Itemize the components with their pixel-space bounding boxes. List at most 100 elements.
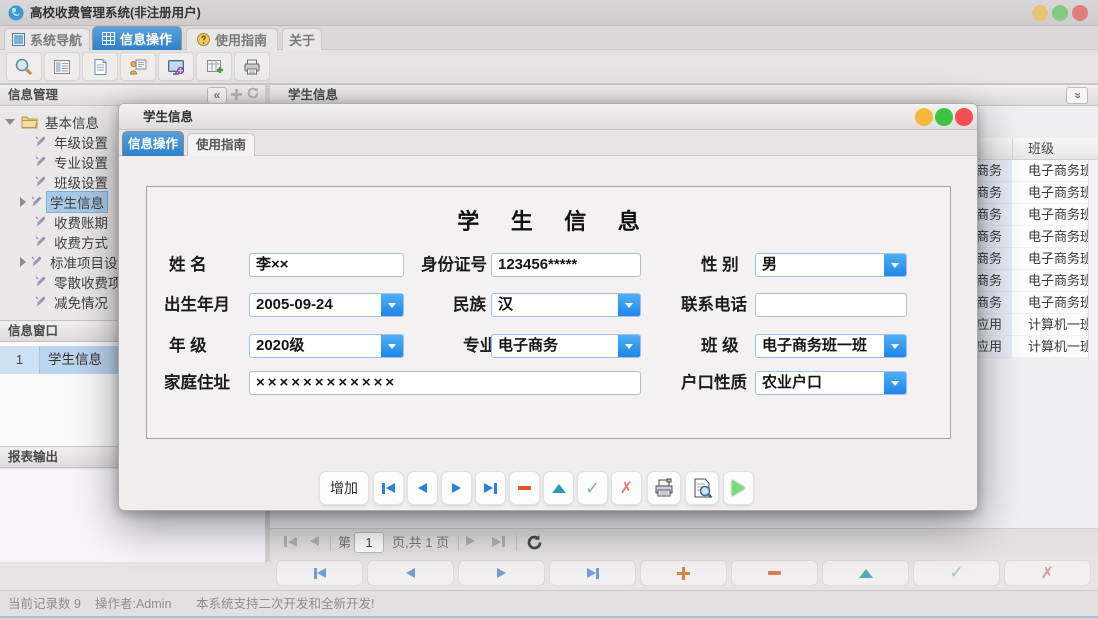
tree-item-standard-items[interactable]: 标准项目设 bbox=[20, 252, 121, 271]
residence-combo[interactable]: 农业户口 bbox=[755, 371, 907, 395]
tab-about[interactable]: 关于 bbox=[282, 28, 322, 50]
printer-button[interactable] bbox=[234, 52, 270, 81]
tab-user-guide[interactable]: 使用指南 bbox=[186, 28, 278, 50]
list-view-button[interactable] bbox=[44, 52, 80, 81]
grid-save-button[interactable]: ✓ bbox=[913, 560, 1000, 586]
tree-item-class-setting[interactable]: 班级设置 bbox=[34, 172, 111, 191]
tree-item-major-setting[interactable]: 专业设置 bbox=[34, 152, 111, 171]
wand-icon bbox=[34, 135, 47, 148]
print-preview-button[interactable] bbox=[685, 471, 719, 505]
dropdown-button[interactable] bbox=[381, 294, 403, 316]
close-button[interactable] bbox=[1072, 5, 1088, 21]
delete-record-button[interactable] bbox=[509, 471, 540, 505]
last-record-button[interactable] bbox=[475, 471, 506, 505]
maximize-button[interactable] bbox=[1052, 5, 1068, 21]
tab-info-operation[interactable]: 信息操作 bbox=[92, 26, 182, 50]
panel-title: 信息管理 bbox=[8, 85, 58, 106]
grid-next-button[interactable] bbox=[458, 560, 545, 586]
residence-label: 户口性质 bbox=[681, 371, 747, 395]
grid-scrollbar[interactable] bbox=[1088, 160, 1098, 360]
page-next-button[interactable] bbox=[466, 536, 475, 546]
expander-right-icon[interactable] bbox=[20, 197, 26, 207]
student-info-dialog: 学生信息 信息操作 使用指南 学 生 信 息 姓 名 李×× 身份证号 1234… bbox=[118, 103, 978, 511]
prev-record-button[interactable] bbox=[407, 471, 438, 505]
collapse-panel-button[interactable]: « bbox=[207, 87, 227, 104]
collapse-up-button[interactable]: « bbox=[1066, 87, 1088, 104]
refresh-button[interactable] bbox=[526, 534, 543, 556]
tree-item-student-info[interactable]: 学生信息 bbox=[20, 192, 107, 211]
chevron-down-icon bbox=[388, 303, 396, 308]
tree-item-fee-method[interactable]: 收费方式 bbox=[34, 232, 111, 251]
execute-button[interactable] bbox=[723, 471, 754, 505]
preview-icon bbox=[691, 477, 713, 499]
name-input[interactable]: 李×× bbox=[249, 253, 404, 277]
grid-prev-button[interactable] bbox=[367, 560, 454, 586]
double-chevron-up-icon: « bbox=[1067, 92, 1088, 99]
cancel-edit-button[interactable]: ✗ bbox=[611, 471, 642, 505]
page-first-button[interactable] bbox=[284, 536, 297, 547]
tree-item-grade-setting[interactable]: 年级设置 bbox=[34, 132, 111, 151]
monitor-view-button[interactable] bbox=[158, 52, 194, 81]
wand-icon bbox=[34, 295, 47, 308]
post-record-button[interactable]: ✓ bbox=[577, 471, 608, 505]
first-record-button[interactable] bbox=[373, 471, 404, 505]
dialog-minimize-button[interactable] bbox=[915, 108, 933, 126]
user-report-button[interactable] bbox=[120, 52, 156, 81]
tab-label: 关于 bbox=[289, 30, 315, 49]
dropdown-button[interactable] bbox=[884, 254, 906, 276]
dropdown-button[interactable] bbox=[618, 335, 640, 357]
birth-combo[interactable]: 2005-09-24 bbox=[249, 293, 404, 317]
chevron-down-icon bbox=[891, 263, 899, 268]
page-last-button[interactable] bbox=[492, 536, 505, 547]
grade-combo[interactable]: 2020级 bbox=[249, 334, 404, 358]
grid-cancel-button[interactable]: ✗ bbox=[1004, 560, 1091, 586]
table-add-icon bbox=[204, 57, 224, 77]
dialog-tab-info-operation[interactable]: 信息操作 bbox=[122, 131, 184, 156]
phone-input[interactable] bbox=[755, 293, 907, 317]
dropdown-button[interactable] bbox=[884, 372, 906, 394]
app-window: { "window": { "title": "高校收费管理系统(非注册用户)"… bbox=[0, 0, 1098, 618]
tree-root-basic-info[interactable]: 基本信息 bbox=[5, 112, 102, 131]
ethnicity-label: 民族 bbox=[453, 293, 486, 317]
dialog-close-button[interactable] bbox=[955, 108, 973, 126]
dialog-tab-user-guide[interactable]: 使用指南 bbox=[187, 133, 255, 156]
next-record-button[interactable] bbox=[441, 471, 472, 505]
expander-right-icon[interactable] bbox=[20, 257, 26, 267]
dropdown-button[interactable] bbox=[618, 294, 640, 316]
operator-text: 操作者:Admin bbox=[95, 591, 171, 617]
tree-item-misc-fees[interactable]: 零散收费项 bbox=[34, 272, 125, 291]
dialog-maximize-button[interactable] bbox=[935, 108, 953, 126]
tree-item-fee-period[interactable]: 收费账期 bbox=[34, 212, 111, 231]
edit-record-button[interactable] bbox=[543, 471, 574, 505]
gender-combo[interactable]: 男 bbox=[755, 253, 907, 277]
minimize-button[interactable] bbox=[1032, 5, 1048, 21]
tree-item-exemptions[interactable]: 减免情况 bbox=[34, 292, 111, 311]
grid-first-button[interactable] bbox=[276, 560, 363, 586]
main-tab-bar: 系统导航 信息操作 使用指南 关于 bbox=[0, 26, 1098, 50]
page-prev-button[interactable] bbox=[310, 536, 319, 546]
address-input[interactable]: ×××××××××××× bbox=[249, 371, 641, 395]
grid-edit-button[interactable] bbox=[822, 560, 909, 586]
id-number-input[interactable]: 123456***** bbox=[491, 253, 641, 277]
dropdown-button[interactable] bbox=[381, 335, 403, 357]
add-record-button[interactable]: 增加 bbox=[319, 471, 369, 505]
birth-label: 出生年月 bbox=[164, 293, 230, 317]
expander-down-icon[interactable] bbox=[5, 119, 15, 125]
tab-system-nav[interactable]: 系统导航 bbox=[4, 28, 90, 50]
monitor-globe-icon bbox=[166, 57, 186, 77]
grid-delete-button[interactable] bbox=[731, 560, 818, 586]
dialog-title: 学生信息 bbox=[143, 104, 193, 130]
printer-icon bbox=[653, 477, 675, 499]
class-combo[interactable]: 电子商务班一班 bbox=[755, 334, 907, 358]
page-input[interactable] bbox=[354, 532, 384, 553]
major-combo[interactable]: 电子商务 bbox=[491, 334, 641, 358]
document-button[interactable] bbox=[82, 52, 118, 81]
search-button[interactable] bbox=[6, 52, 42, 81]
dropdown-button[interactable] bbox=[884, 335, 906, 357]
ethnicity-combo[interactable]: 汉 bbox=[491, 293, 641, 317]
print-button[interactable] bbox=[647, 471, 681, 505]
grid-last-button[interactable] bbox=[549, 560, 636, 586]
table-add-button[interactable] bbox=[196, 52, 232, 81]
tab-label: 信息操作 bbox=[120, 29, 172, 48]
grid-add-button[interactable] bbox=[640, 560, 727, 586]
